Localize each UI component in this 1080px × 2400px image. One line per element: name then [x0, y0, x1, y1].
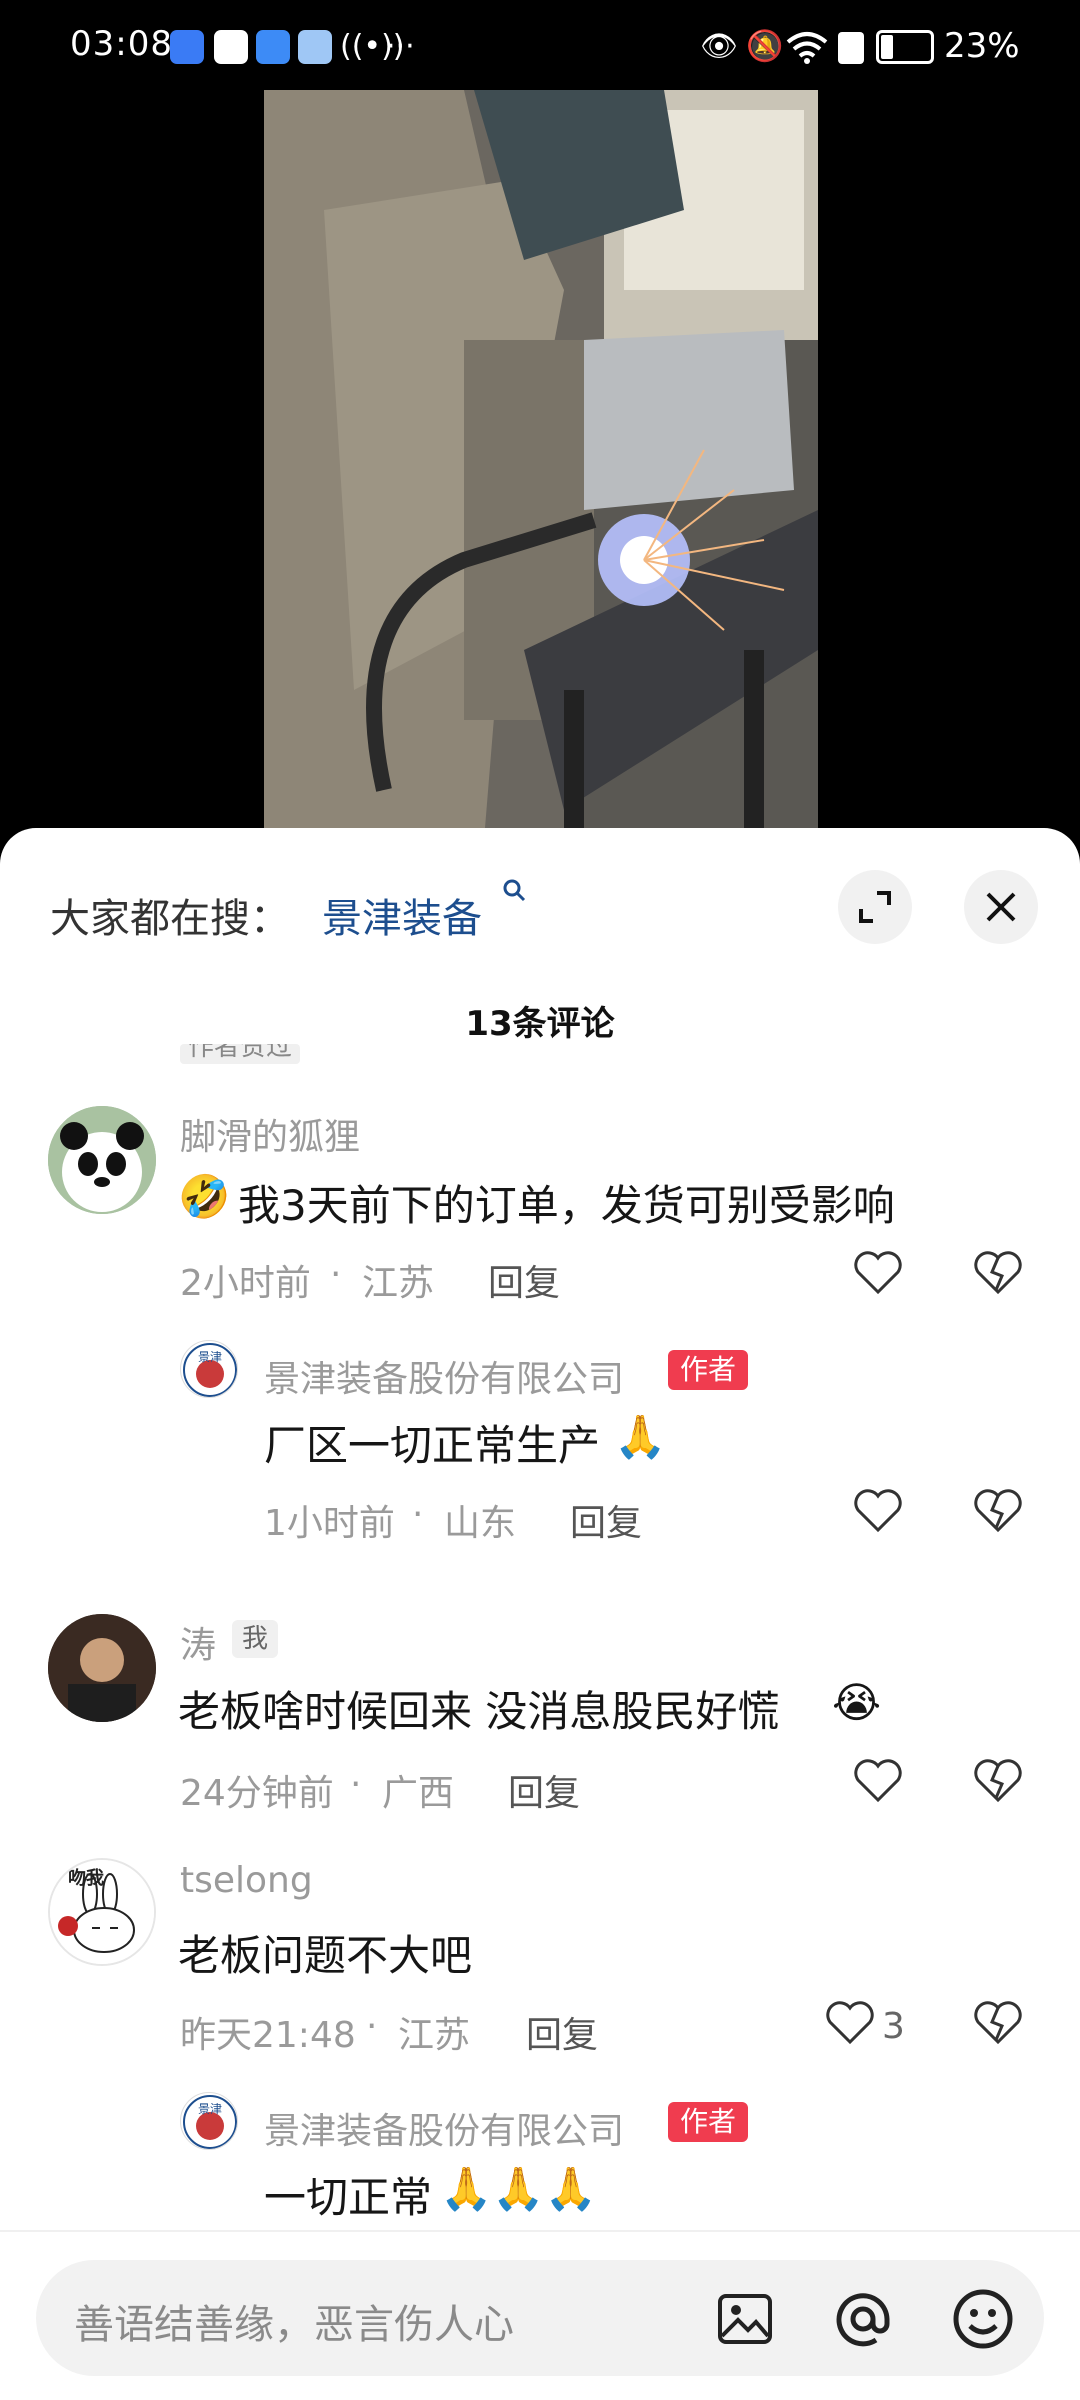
dislike-icon[interactable] — [972, 1486, 1024, 1534]
comment-location: 山东 — [444, 1503, 517, 1544]
like-icon[interactable] — [852, 1756, 904, 1804]
me-badge: 我 — [232, 1620, 279, 1658]
weather-notification-icon — [298, 30, 332, 64]
video-frame-image — [264, 90, 818, 840]
comment-time: 1小时前 — [264, 1503, 395, 1544]
comment-text: 一切正常 — [264, 2173, 433, 2222]
svg-text:景津: 景津 — [198, 2102, 222, 2116]
upload-notification-icon — [214, 30, 248, 64]
comment-sheet: 大家都在搜： 景津装备 13条评论 作者赞过 脚滑的狐狸 🤣 我3天前下的订单，… — [0, 828, 1080, 2400]
meta-separator: · — [350, 1764, 362, 1805]
meta-separator: · — [366, 2006, 378, 2047]
dislike-icon[interactable] — [972, 1756, 1024, 1804]
comment-location: 广西 — [382, 1773, 455, 1814]
video-player[interactable] — [264, 90, 818, 840]
emoji-icon[interactable] — [952, 2288, 1014, 2350]
user-photo-avatar — [48, 1614, 156, 1722]
company-logo-avatar[interactable]: 景津 — [180, 2092, 238, 2150]
mute-icon: 🔕 — [746, 29, 784, 64]
comment-text: 我3天前下的订单，发货可别受影响 — [238, 1181, 895, 1230]
avatar[interactable] — [48, 1614, 156, 1722]
reply-button[interactable]: 回复 — [488, 1254, 560, 1306]
wifi-icon — [786, 32, 828, 64]
dislike-icon[interactable] — [972, 1998, 1024, 2046]
battery-icon — [876, 30, 934, 64]
comment-emoji: 🙏🙏🙏 — [440, 2164, 597, 2213]
comment-username[interactable]: 景津装备股份有限公司 — [264, 1350, 624, 1402]
eye-icon: 👁 — [700, 29, 739, 64]
comment-location: 江苏 — [398, 2015, 471, 2056]
browser-notification-icon — [256, 30, 290, 64]
status-time: 03:08 — [70, 24, 173, 64]
author-badge: 作者 — [668, 2102, 749, 2142]
comment-username[interactable]: 脚滑的狐狸 — [180, 1108, 360, 1160]
mention-icon[interactable] — [832, 2288, 894, 2350]
comment-time: 24分钟前 — [180, 1773, 334, 1814]
comments-count-title: 13条评论 — [465, 1004, 615, 1044]
panda-avatar-image — [48, 1106, 156, 1214]
comment-input[interactable]: 善语结善缘，恶言伤人心 — [36, 2260, 1044, 2376]
search-suggestion-prefix: 大家都在搜： — [50, 896, 290, 942]
comment-location: 江苏 — [362, 1263, 435, 1304]
expand-button[interactable] — [838, 870, 912, 944]
expand-icon — [859, 891, 891, 923]
comment-username[interactable]: tselong — [180, 1860, 313, 1901]
avatar[interactable]: 吻我 — [48, 1858, 156, 1966]
app-notification-icon — [170, 30, 204, 64]
reply-button[interactable]: 回复 — [570, 1494, 642, 1546]
close-button[interactable] — [964, 870, 1038, 944]
alert-icon — [838, 32, 864, 64]
comment-time: 昨天21:48 — [180, 2015, 356, 2056]
battery-percent: 23% — [944, 26, 1020, 66]
svg-text:景津: 景津 — [198, 1350, 222, 1364]
comment-emoji: 😭 — [832, 1678, 882, 1727]
avatar-caption: 吻我 — [68, 1868, 104, 1889]
comment-username[interactable]: 景津装备股份有限公司 — [264, 2102, 624, 2154]
like-icon[interactable] — [852, 1486, 904, 1534]
image-picker-icon[interactable] — [716, 2290, 774, 2348]
meta-separator: · — [330, 1254, 342, 1295]
comment-emoji: 🙏 — [614, 1412, 667, 1461]
author-liked-tag: 作者赞过 — [180, 1044, 301, 1064]
comment-text: 厂区一切正常生产 — [264, 1421, 601, 1470]
comment-text: 老板问题不大吧 — [178, 1931, 473, 1980]
close-icon — [986, 892, 1016, 922]
status-bar: 03:08 ((•)) ··· 👁 🔕 23% — [0, 0, 1080, 92]
reply-button[interactable]: 回复 — [508, 1764, 580, 1816]
search-suggestion-keyword[interactable]: 景津装备 — [322, 886, 482, 944]
comment-input-bar: 善语结善缘，恶言伤人心 — [0, 2230, 1080, 2400]
comment-input-placeholder: 善语结善缘，恶言伤人心 — [74, 2302, 514, 2348]
comment-emoji: 🤣 — [178, 1172, 231, 1221]
meta-separator: · — [412, 1494, 424, 1535]
avatar[interactable] — [48, 1106, 156, 1214]
comment-text: 老板啥时候回来 没消息股民好慌 — [178, 1687, 780, 1736]
like-count: 3 — [882, 2006, 905, 2047]
reply-button[interactable]: 回复 — [526, 2006, 598, 2058]
more-notifications-icon: ··· — [386, 29, 415, 64]
comment-time: 2小时前 — [180, 1263, 311, 1304]
search-icon — [503, 879, 526, 902]
author-badge: 作者 — [668, 1350, 749, 1390]
company-logo-image: 景津 — [183, 1343, 237, 1397]
like-icon[interactable] — [824, 1998, 876, 2046]
comment-username[interactable]: 涛 — [180, 1616, 216, 1668]
company-logo-image: 景津 — [183, 2095, 237, 2149]
company-logo-avatar[interactable]: 景津 — [180, 1340, 238, 1398]
like-icon[interactable] — [852, 1248, 904, 1296]
dislike-icon[interactable] — [972, 1248, 1024, 1296]
